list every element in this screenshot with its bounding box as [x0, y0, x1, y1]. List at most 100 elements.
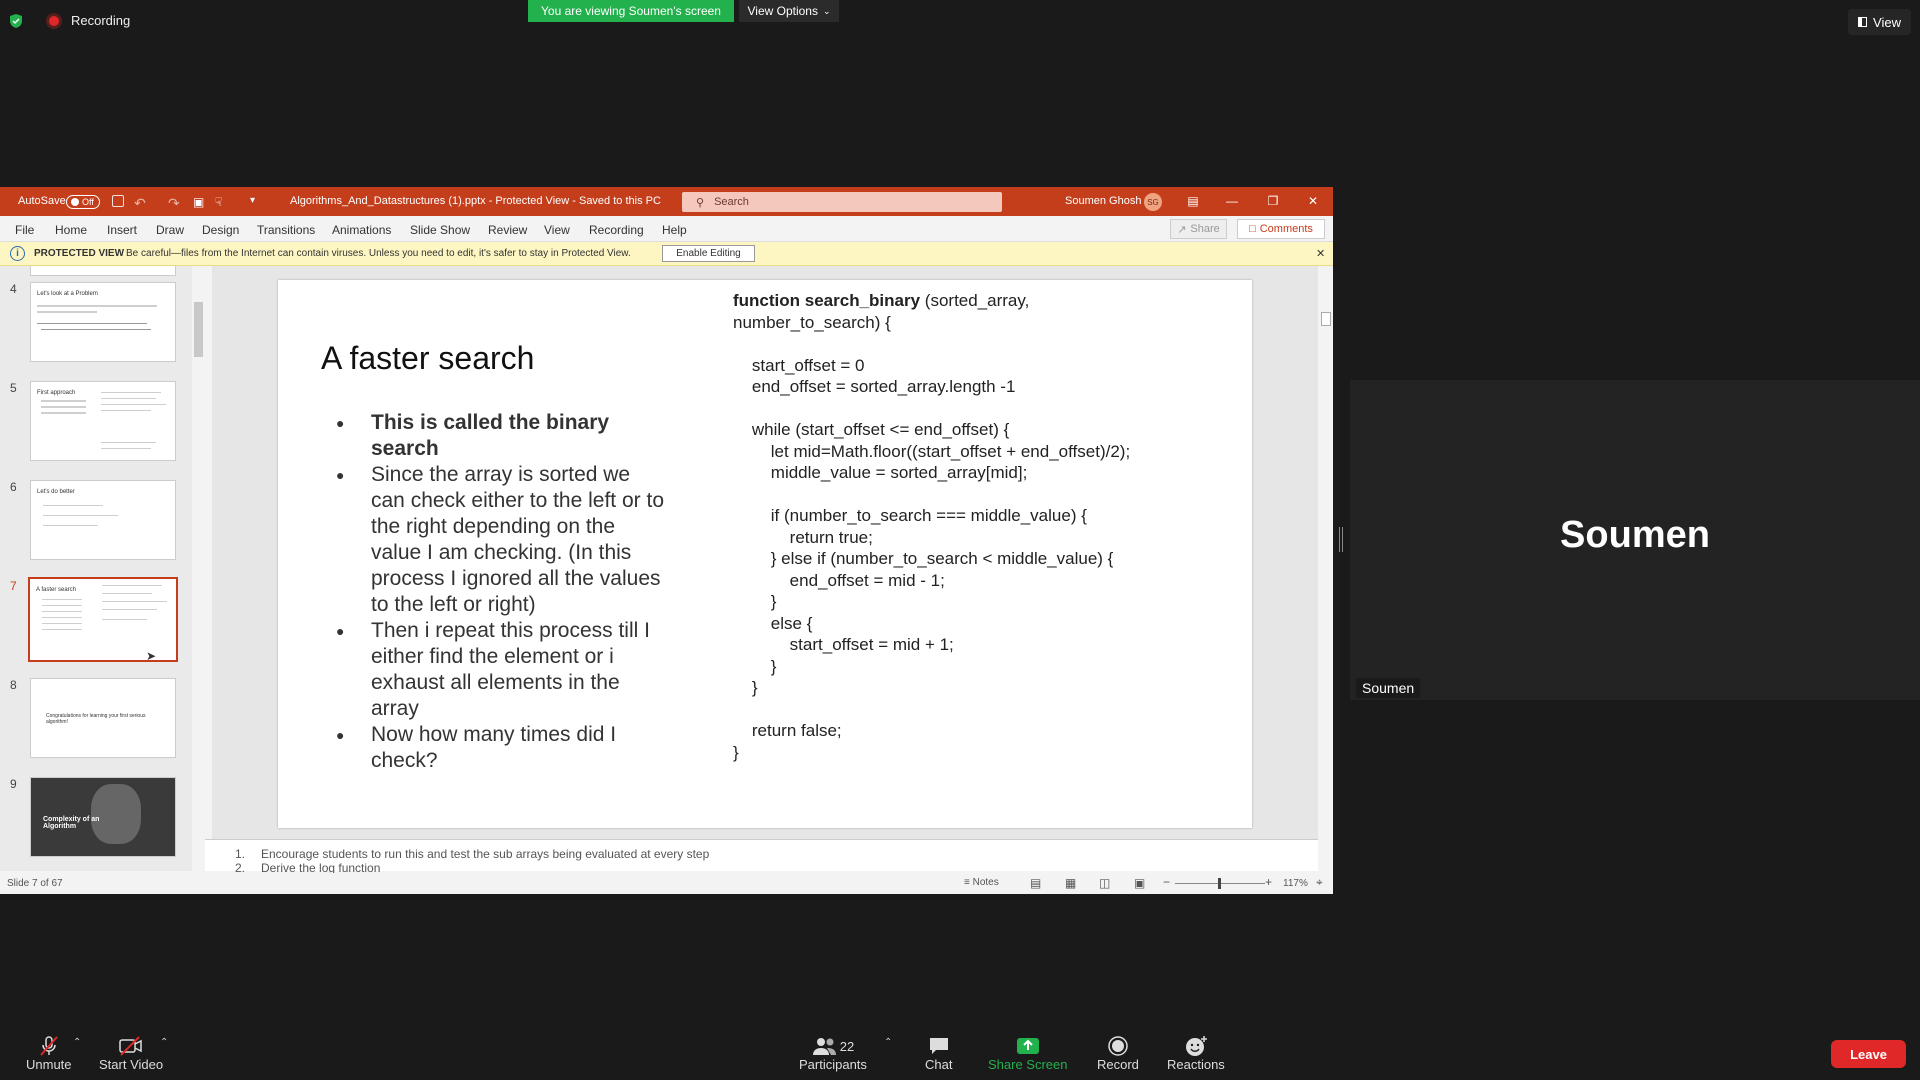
ribbon-display-icon[interactable]: ▤ [1183, 191, 1203, 211]
search-box[interactable]: ⚲ Search [682, 192, 1002, 212]
chat-button[interactable]: Chat [925, 1035, 952, 1072]
minimize-icon[interactable]: — [1222, 191, 1242, 211]
leave-label: Leave [1850, 1046, 1887, 1062]
start-video-button[interactable]: Start Video [99, 1035, 163, 1072]
slide-canvas: A faster search This is called the binar… [278, 280, 1252, 828]
slide-scrollbar[interactable] [1318, 266, 1333, 839]
video-off-icon [118, 1035, 144, 1057]
code-block: function search_binary (sorted_array, nu… [733, 290, 1233, 763]
reactions-button[interactable]: Reactions [1167, 1035, 1225, 1072]
avatar[interactable]: SG [1144, 193, 1162, 211]
slide-thumbnail-5[interactable]: First approach [30, 381, 176, 461]
chevron-up-icon[interactable]: ⌃ [160, 1037, 168, 1048]
unmute-button[interactable]: Unmute [26, 1035, 72, 1072]
tab-insert[interactable]: Insert [107, 223, 137, 237]
fit-to-window-icon[interactable]: ⌖ [1316, 875, 1323, 890]
leave-button[interactable]: Leave [1831, 1040, 1906, 1068]
code-body: number_to_search) { start_offset = 0 end… [733, 312, 1131, 762]
zoom-level[interactable]: 117% [1283, 878, 1308, 889]
autosave-state: Off [82, 197, 94, 207]
powerpoint-window: AutoSave Off ↶ ↷ ▣ ☟ ▾ Algorithms_And_Da… [0, 187, 1333, 894]
enable-editing-label: Enable Editing [676, 248, 741, 259]
slideshow-icon[interactable]: ▣ [1134, 876, 1145, 890]
viewing-screen-banner: You are viewing Soumen's screen [528, 0, 734, 22]
file-title: Algorithms_And_Datastructures (1).pptx -… [290, 195, 661, 207]
slide-editing-area: A faster search This is called the binar… [212, 266, 1318, 839]
tab-slide-show[interactable]: Slide Show [410, 223, 470, 237]
portrait-image [91, 784, 141, 844]
tab-review[interactable]: Review [488, 223, 527, 237]
thumbnail-title: Complexity of an Algorithm [43, 816, 100, 830]
slide-thumbnail-6[interactable]: Let's do better [30, 480, 176, 560]
code-function-params: (sorted_array, [920, 291, 1030, 310]
thumbnail-title: A faster search [36, 587, 77, 593]
slide-counter: Slide 7 of 67 [7, 878, 63, 889]
slide-thumbnail-partial[interactable] [30, 266, 176, 276]
zoom-out-icon[interactable]: − [1163, 875, 1170, 889]
slide-bullet-list: This is called the binary search Since t… [336, 410, 666, 774]
chevron-up-icon[interactable]: ⌃ [884, 1037, 892, 1048]
notes-toggle[interactable]: ≡ Notes [964, 877, 999, 888]
thumbnail-scrollbar[interactable] [192, 266, 205, 871]
redo-icon[interactable]: ↷ [168, 195, 180, 212]
powerpoint-title-bar: AutoSave Off ↶ ↷ ▣ ☟ ▾ Algorithms_And_Da… [0, 187, 1333, 216]
slide-title: A faster search [321, 340, 535, 376]
slide-thumbnail-8[interactable]: Congratulations for learning your first … [30, 678, 176, 758]
slide-thumbnail-4[interactable]: Let's look at a Problem [30, 282, 176, 362]
record-button[interactable]: Record [1097, 1035, 1139, 1072]
zoom-in-icon[interactable]: + [1265, 875, 1272, 889]
bullet-item: Since the array is sorted we can check e… [336, 462, 666, 618]
thumbnail-title: Let's look at a Problem [37, 291, 98, 297]
zoom-slider-thumb[interactable] [1218, 878, 1221, 889]
reading-view-icon[interactable]: ◫ [1099, 876, 1110, 890]
thumbnail-number: 5 [10, 381, 17, 395]
tab-animations[interactable]: Animations [332, 223, 391, 237]
slide-sorter-icon[interactable]: ▦ [1065, 876, 1076, 890]
chevron-up-icon[interactable]: ⌃ [73, 1037, 81, 1048]
autosave-toggle[interactable]: Off [66, 195, 100, 209]
mouse-cursor-icon: ➤ [146, 649, 157, 663]
tab-recording[interactable]: Recording [589, 223, 644, 237]
normal-view-icon[interactable]: ▤ [1030, 876, 1041, 890]
thumbnail-number: 4 [10, 282, 17, 296]
restore-icon[interactable]: ❐ [1263, 191, 1283, 211]
user-name[interactable]: Soumen Ghosh [1065, 195, 1141, 207]
info-icon: i [10, 246, 25, 261]
save-icon[interactable] [112, 195, 124, 207]
close-icon[interactable]: ✕ [1316, 247, 1325, 260]
close-icon[interactable]: ✕ [1303, 191, 1323, 211]
tab-transitions[interactable]: Transitions [257, 223, 315, 237]
tab-home[interactable]: Home [55, 223, 87, 237]
tab-design[interactable]: Design [202, 223, 239, 237]
share-screen-button[interactable]: Share Screen [988, 1035, 1068, 1072]
notes-pane[interactable]: 1. Encourage students to run this and te… [205, 839, 1318, 875]
touch-mode-icon[interactable]: ☟ [215, 195, 222, 209]
comment-icon: □ [1249, 223, 1256, 235]
participants-icon: 22 [812, 1035, 854, 1057]
comments-label: Comments [1259, 223, 1313, 235]
customize-qat-icon[interactable]: ▾ [250, 195, 255, 206]
view-button[interactable]: View [1848, 9, 1911, 35]
slide-thumbnail-9[interactable]: Complexity of an Algorithm [30, 777, 176, 857]
participants-button[interactable]: 22 Participants [799, 1035, 867, 1072]
undo-icon[interactable]: ↶ [134, 195, 146, 212]
tab-draw[interactable]: Draw [156, 223, 184, 237]
resize-handle[interactable] [1339, 527, 1343, 552]
scroll-thumb[interactable] [1321, 312, 1331, 326]
zoom-bottom-toolbar: Unmute ⌃ Start Video ⌃ 22 Participants ⌃… [0, 1027, 1920, 1080]
reactions-label: Reactions [1167, 1057, 1225, 1072]
enable-editing-button[interactable]: Enable Editing [662, 245, 755, 262]
comments-button[interactable]: □ Comments [1237, 219, 1325, 239]
present-icon[interactable]: ▣ [193, 195, 204, 209]
slide-thumbnail-pane: 4 Let's look at a Problem 5 First approa… [0, 266, 205, 871]
tab-help[interactable]: Help [662, 223, 687, 237]
view-options-label: View Options [747, 4, 818, 18]
view-options-button[interactable]: View Options ⌄ [739, 0, 839, 22]
tab-file[interactable]: File [15, 223, 34, 237]
share-button[interactable]: ↗ Share [1170, 219, 1227, 239]
autosave-label: AutoSave [18, 195, 66, 207]
share-screen-label: Share Screen [988, 1057, 1068, 1072]
reactions-icon [1184, 1035, 1208, 1057]
scroll-thumb[interactable] [194, 302, 203, 357]
tab-view[interactable]: View [544, 223, 570, 237]
